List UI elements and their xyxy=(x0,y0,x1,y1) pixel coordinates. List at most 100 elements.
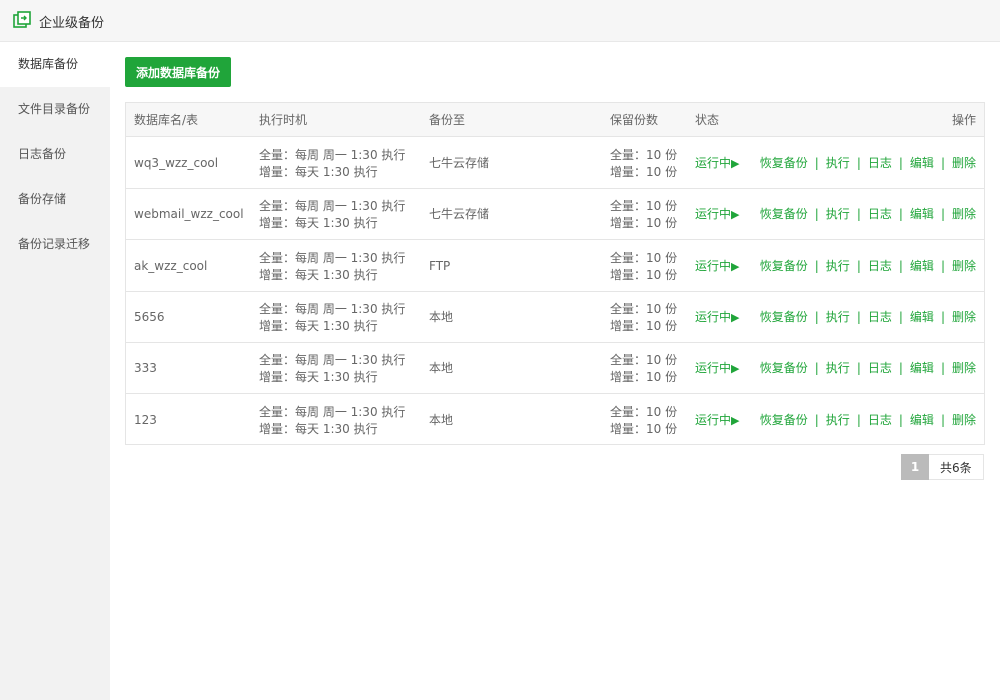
sidebar-item-database-backup[interactable]: 数据库备份 xyxy=(0,42,110,87)
log-link[interactable]: 日志 xyxy=(868,361,892,375)
run-link[interactable]: 执行 xyxy=(826,207,850,221)
restore-backup-link[interactable]: 恢复备份 xyxy=(760,156,808,170)
action-separator: | xyxy=(814,156,819,170)
action-separator: | xyxy=(814,412,819,427)
run-link[interactable]: 执行 xyxy=(826,310,850,324)
schedule: 全量：每周 周一 1:30 执行 增量：每天 1:30 执行 xyxy=(259,147,405,181)
schedule-full: 全量：每周 周一 1:30 执行 xyxy=(259,148,406,162)
action-separator: | xyxy=(856,361,861,376)
action-separator: | xyxy=(940,156,945,170)
log-link[interactable]: 日志 xyxy=(868,259,892,273)
restore-backup-link[interactable]: 恢复备份 xyxy=(760,310,808,324)
retention: 全量：10 份增量：10 份 xyxy=(610,250,677,284)
status-label: 运行中 xyxy=(695,207,732,222)
status-label: 运行中 xyxy=(695,361,732,376)
action-separator: | xyxy=(856,156,861,170)
delete-link[interactable]: 删除 xyxy=(952,156,976,170)
backup-app-icon xyxy=(13,11,31,28)
table-row: ak_wzz_cool 全量：每周 周一 1:30 执行 增量：每天 1:30 执行… xyxy=(126,241,984,292)
backup-destination: 本地 xyxy=(429,309,454,324)
delete-link[interactable]: 删除 xyxy=(952,413,976,427)
sidebar-item-file-backup[interactable]: 文件目录备份 xyxy=(0,87,110,132)
log-link[interactable]: 日志 xyxy=(868,413,892,427)
delete-link[interactable]: 删除 xyxy=(952,259,976,273)
sidebar-item-backup-storage[interactable]: 备份存储 xyxy=(0,177,110,222)
schedule-incremental: 增量：每天 1:30 执行 xyxy=(259,267,378,282)
backup-destination: 七牛云存储 xyxy=(429,207,490,222)
delete-link[interactable]: 删除 xyxy=(952,207,976,221)
status-toggle[interactable]: 运行中▶ xyxy=(695,138,739,189)
row-actions: 恢复备份 | 执行 | 日志 | 编辑 | 删除 xyxy=(760,189,976,240)
retention-full: 全量：10 份 xyxy=(610,148,678,162)
row-actions: 恢复备份 | 执行 | 日志 | 编辑 | 删除 xyxy=(760,292,976,343)
window-title: 企业级备份 xyxy=(39,16,105,31)
schedule-full: 全量：每周 周一 1:30 执行 xyxy=(259,301,406,316)
restore-backup-link[interactable]: 恢复备份 xyxy=(760,207,808,221)
edit-link[interactable]: 编辑 xyxy=(910,259,934,273)
status-label: 运行中 xyxy=(695,156,732,170)
delete-link[interactable]: 删除 xyxy=(952,361,976,375)
edit-link[interactable]: 编辑 xyxy=(910,413,934,427)
log-link[interactable]: 日志 xyxy=(868,156,892,170)
status-toggle[interactable]: 运行中▶ xyxy=(695,241,739,292)
play-icon: ▶ xyxy=(731,157,740,170)
schedule: 全量：每周 周一 1:30 执行 增量：每天 1:30 执行 xyxy=(259,250,405,284)
retention: 全量：10 份增量：10 份 xyxy=(610,198,677,232)
sidebar-item-log-backup[interactable]: 日志备份 xyxy=(0,132,110,177)
run-link[interactable]: 执行 xyxy=(826,361,850,375)
title-bar: 企业级备份 xyxy=(0,0,1000,42)
action-separator: | xyxy=(814,309,819,324)
status-toggle[interactable]: 运行中▶ xyxy=(695,189,739,240)
add-database-backup-button[interactable]: 添加数据库备份 xyxy=(125,57,231,87)
header-time: 执行时机 xyxy=(259,113,308,127)
backup-destination: 本地 xyxy=(429,412,454,427)
retention: 全量：10 份增量：10 份 xyxy=(610,404,677,438)
run-link[interactable]: 执行 xyxy=(826,156,850,170)
retention-full: 全量：10 份 xyxy=(610,404,678,419)
action-separator: | xyxy=(856,207,861,222)
schedule-full: 全量：每周 周一 1:30 执行 xyxy=(259,199,406,214)
retention-full: 全量：10 份 xyxy=(610,199,678,214)
status-label: 运行中 xyxy=(695,258,732,273)
table-row: webmail_wzz_cool 全量：每周 周一 1:30 执行 增量：每天 1:… xyxy=(126,189,984,241)
action-separator: | xyxy=(898,156,903,170)
action-separator: | xyxy=(814,207,819,222)
status-toggle[interactable]: 运行中▶ xyxy=(695,343,739,394)
sidebar-item-record-migration[interactable]: 备份记录迁移 xyxy=(0,222,110,267)
log-link[interactable]: 日志 xyxy=(868,310,892,324)
run-link[interactable]: 执行 xyxy=(826,413,850,427)
database-name: 333 xyxy=(134,361,157,376)
play-icon: ▶ xyxy=(731,208,740,222)
restore-backup-link[interactable]: 恢复备份 xyxy=(760,413,808,427)
run-link[interactable]: 执行 xyxy=(826,259,850,273)
schedule-full: 全量：每周 周一 1:30 执行 xyxy=(259,353,406,368)
action-separator: | xyxy=(898,207,903,222)
edit-link[interactable]: 编辑 xyxy=(910,310,934,324)
retention: 全量：10 份增量：10 份 xyxy=(610,147,677,181)
schedule-incremental: 增量：每天 1:30 执行 xyxy=(259,421,378,436)
retention-incremental: 增量：10 份 xyxy=(610,421,678,436)
edit-link[interactable]: 编辑 xyxy=(910,156,934,170)
restore-backup-link[interactable]: 恢复备份 xyxy=(760,259,808,273)
backup-destination: 七牛云存储 xyxy=(429,156,490,170)
schedule: 全量：每周 周一 1:30 执行 增量：每天 1:30 执行 xyxy=(259,352,405,386)
schedule-full: 全量：每周 周一 1:30 执行 xyxy=(259,250,406,265)
log-link[interactable]: 日志 xyxy=(868,207,892,221)
status-toggle[interactable]: 运行中▶ xyxy=(695,292,739,343)
status-label: 运行中 xyxy=(695,412,732,427)
delete-link[interactable]: 删除 xyxy=(952,310,976,324)
status-toggle[interactable]: 运行中▶ xyxy=(695,395,739,446)
action-separator: | xyxy=(856,309,861,324)
pagination: 1 共6条 xyxy=(901,454,984,480)
main-panel: 添加数据库备份 数据库名/表 执行时机 备份至 保留份数 状态 操作 wq3_w… xyxy=(110,42,1000,700)
restore-backup-link[interactable]: 恢复备份 xyxy=(760,361,808,375)
database-name: webmail_wzz_cool xyxy=(134,207,244,222)
edit-link[interactable]: 编辑 xyxy=(910,207,934,221)
action-separator: | xyxy=(940,412,945,427)
edit-link[interactable]: 编辑 xyxy=(910,361,934,375)
action-separator: | xyxy=(898,361,903,376)
action-separator: | xyxy=(814,258,819,273)
retention-full: 全量：10 份 xyxy=(610,353,678,368)
page-number-button[interactable]: 1 xyxy=(901,454,929,480)
database-name: 123 xyxy=(134,412,157,427)
